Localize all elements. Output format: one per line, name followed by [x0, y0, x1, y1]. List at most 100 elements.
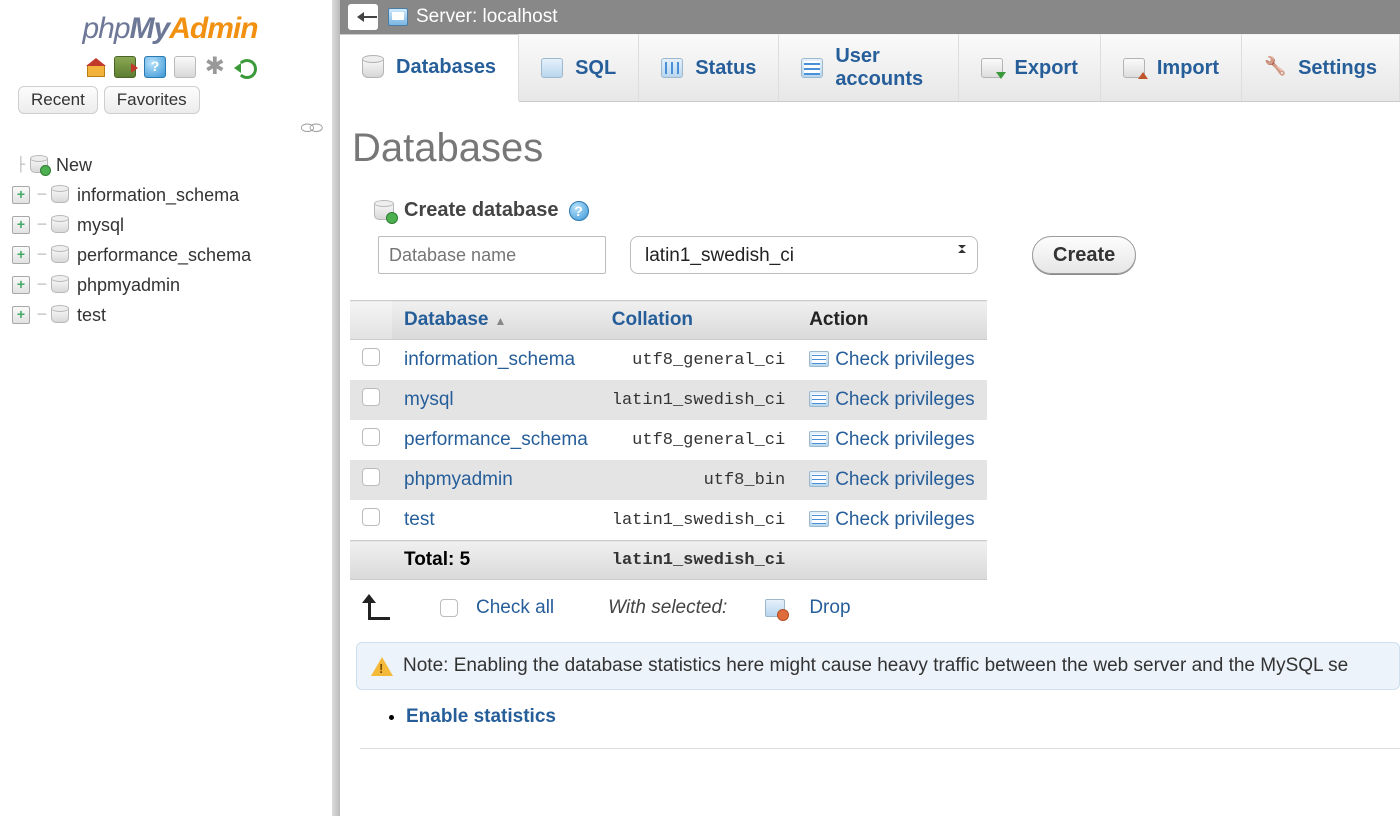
- privileges-icon: [809, 511, 829, 527]
- table-row: test latin1_swedish_ci Check privileges: [350, 500, 987, 541]
- create-button[interactable]: Create: [1032, 236, 1136, 274]
- col-header-database[interactable]: Database▲: [392, 301, 600, 340]
- tab-import[interactable]: Import: [1101, 34, 1242, 101]
- drop-link[interactable]: Drop: [809, 597, 850, 619]
- favorites-tab[interactable]: Favorites: [104, 86, 200, 114]
- docs-icon[interactable]: [144, 56, 166, 78]
- check-privileges-link[interactable]: Check privileges: [835, 509, 974, 530]
- database-link[interactable]: mysql: [404, 389, 454, 410]
- database-tree: ├ New + ─ information_schema + ─ mysql +…: [12, 150, 340, 330]
- check-all-checkbox[interactable]: [440, 599, 458, 617]
- note-text: Note: Enabling the database statistics h…: [403, 655, 1348, 677]
- reload-icon[interactable]: [234, 56, 256, 78]
- collation-select[interactable]: latin1_swedish_ci: [630, 236, 978, 274]
- server-breadcrumb-bar: Server: localhost: [340, 0, 1400, 34]
- col-header-collation[interactable]: Collation: [600, 301, 797, 340]
- check-privileges-link[interactable]: Check privileges: [835, 349, 974, 370]
- statistics-note: Note: Enabling the database statistics h…: [356, 642, 1400, 690]
- tree-new-database[interactable]: ├ New: [12, 150, 340, 180]
- expand-icon[interactable]: +: [12, 216, 30, 234]
- privileges-icon: [809, 431, 829, 447]
- check-all-link[interactable]: Check all: [476, 597, 554, 619]
- database-icon: [51, 307, 69, 323]
- tab-user-accounts[interactable]: User accounts: [779, 34, 958, 101]
- check-privileges-link[interactable]: Check privileges: [835, 389, 974, 410]
- settings-icon[interactable]: [204, 56, 226, 78]
- tree-item-test[interactable]: + ─ test: [12, 300, 340, 330]
- sidebar-resize-handle[interactable]: [332, 0, 340, 816]
- logo-part-my: My: [130, 12, 170, 45]
- tab-status[interactable]: Status: [639, 34, 779, 101]
- table-row: phpmyadmin utf8_bin Check privileges: [350, 460, 987, 500]
- back-button[interactable]: [348, 4, 378, 30]
- tab-export[interactable]: Export: [959, 34, 1101, 101]
- tree-branch-icon: ├: [12, 157, 30, 173]
- recent-tab[interactable]: Recent: [18, 86, 98, 114]
- database-link[interactable]: test: [404, 509, 435, 530]
- sql-icon: [541, 58, 563, 78]
- databases-icon: [362, 58, 384, 78]
- collation-cell: utf8_bin: [600, 460, 797, 500]
- page-content: Databases Create database ? latin1_swedi…: [340, 102, 1400, 749]
- tree-item-phpmyadmin[interactable]: + ─ phpmyadmin: [12, 270, 340, 300]
- collation-cell: utf8_general_ci: [600, 420, 797, 460]
- link-toggle-icon[interactable]: ⬭⬭: [0, 120, 340, 138]
- row-checkbox[interactable]: [362, 348, 380, 366]
- col-header-checkbox: [350, 301, 392, 340]
- tab-settings[interactable]: Settings: [1242, 34, 1400, 101]
- bulk-action-row: Check all With selected: Drop: [364, 596, 1400, 620]
- collation-cell: latin1_swedish_ci: [600, 380, 797, 420]
- database-icon: [51, 187, 69, 203]
- collation-cell: utf8_general_ci: [600, 340, 797, 381]
- row-checkbox[interactable]: [362, 428, 380, 446]
- expand-icon[interactable]: +: [12, 306, 30, 324]
- wrench-icon: [1264, 58, 1286, 78]
- expand-icon[interactable]: +: [12, 186, 30, 204]
- row-checkbox[interactable]: [362, 508, 380, 526]
- tab-sql[interactable]: SQL: [519, 34, 639, 101]
- create-database-form: latin1_swedish_ci Create: [378, 236, 1400, 274]
- check-privileges-link[interactable]: Check privileges: [835, 429, 974, 450]
- user-accounts-icon: [801, 58, 823, 78]
- server-icon: [388, 8, 408, 26]
- database-icon: [51, 277, 69, 293]
- privileges-icon: [809, 391, 829, 407]
- tree-new-label: New: [56, 155, 92, 176]
- home-icon[interactable]: [84, 56, 106, 78]
- help-icon[interactable]: ?: [569, 201, 589, 221]
- tree-branch-icon: ─: [33, 217, 51, 233]
- table-row: information_schema utf8_general_ci Check…: [350, 340, 987, 381]
- sql-query-icon[interactable]: [174, 56, 196, 78]
- collation-select-wrap: latin1_swedish_ci: [630, 236, 978, 274]
- tree-item-mysql[interactable]: + ─ mysql: [12, 210, 340, 240]
- total-label: Total: 5: [392, 541, 600, 580]
- tree-item-information-schema[interactable]: + ─ information_schema: [12, 180, 340, 210]
- tree-item-performance-schema[interactable]: + ─ performance_schema: [12, 240, 340, 270]
- tab-label: SQL: [575, 57, 616, 80]
- expand-icon[interactable]: +: [12, 276, 30, 294]
- import-icon: [1123, 58, 1145, 78]
- tree-branch-icon: ─: [33, 187, 51, 203]
- tree-item-label: mysql: [77, 215, 124, 236]
- tab-databases[interactable]: Databases: [340, 34, 519, 102]
- enable-statistics-link[interactable]: Enable statistics: [406, 706, 556, 727]
- table-row: mysql latin1_swedish_ci Check privileges: [350, 380, 987, 420]
- logout-icon[interactable]: [114, 56, 136, 78]
- database-link[interactable]: information_schema: [404, 349, 575, 370]
- tree-item-label: phpmyadmin: [77, 275, 180, 296]
- new-database-icon: [30, 157, 48, 173]
- arrow-up-icon: [364, 596, 392, 620]
- tab-label: Export: [1015, 57, 1078, 80]
- server-label[interactable]: Server: localhost: [416, 6, 558, 28]
- database-link[interactable]: performance_schema: [404, 429, 588, 450]
- row-checkbox[interactable]: [362, 388, 380, 406]
- database-link[interactable]: phpmyadmin: [404, 469, 513, 490]
- tab-label: User accounts: [835, 45, 935, 91]
- expand-icon[interactable]: +: [12, 246, 30, 264]
- database-icon: [51, 217, 69, 233]
- check-privileges-link[interactable]: Check privileges: [835, 469, 974, 490]
- row-checkbox[interactable]: [362, 468, 380, 486]
- database-icon: [51, 247, 69, 263]
- database-name-input[interactable]: [378, 236, 606, 274]
- main-panel: Server: localhost Databases SQL Status U…: [340, 0, 1400, 816]
